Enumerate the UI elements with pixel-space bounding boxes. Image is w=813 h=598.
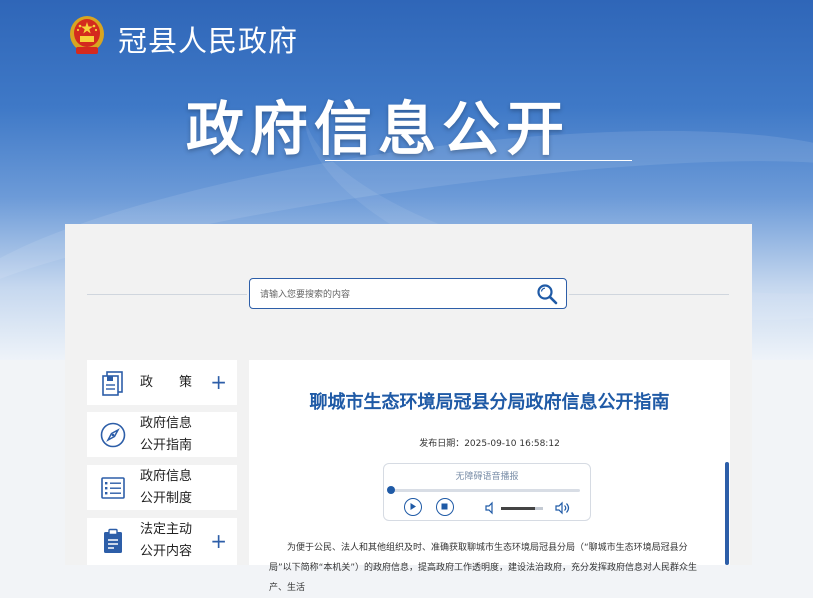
sidebar-item-label: 政 策 [140, 375, 193, 390]
sidebar-item-guide[interactable]: 政府信息 公开指南 [87, 412, 237, 457]
sidebar-item-label-line2: 公开内容 [140, 544, 193, 559]
search-icon[interactable] [535, 282, 559, 306]
sidebar-item-system[interactable]: 政府信息 公开制度 [87, 465, 237, 510]
sidebar-item-policy[interactable]: 政 策 + [87, 360, 237, 405]
article-title: 聊城市生态环境局冠县分局政府信息公开指南 [309, 392, 670, 413]
expand-plus-icon[interactable]: + [210, 531, 227, 551]
sidebar-item-label-line2: 公开指南 [140, 438, 193, 453]
stop-icon [441, 503, 448, 510]
search-box [249, 278, 567, 309]
volume-level [501, 507, 535, 510]
progress-handle[interactable] [387, 486, 395, 494]
stop-button[interactable] [436, 498, 454, 516]
national-emblem-icon [70, 16, 104, 54]
volume-up-icon[interactable] [554, 501, 572, 515]
mute-icon[interactable] [484, 501, 498, 515]
page-title: 政府信息公开 [186, 95, 571, 163]
clipboard-icon [104, 528, 122, 553]
sidebar-item-label-line2: 公开制度 [140, 491, 193, 506]
sidebar-item-label-line1: 政府信息 [140, 469, 193, 484]
article-body: 为便于公民、法人和其他组织及时、准确获取聊城市生态环境局冠县分局（“聊城市生态环… [269, 543, 697, 593]
publish-date: 发布日期：2025-09-10 16:58:12 [419, 439, 560, 449]
play-icon [410, 503, 416, 510]
play-button[interactable] [404, 498, 422, 516]
search-divider-right [569, 294, 729, 295]
article-panel: 聊城市生态环境局冠县分局政府信息公开指南 发布日期：2025-09-10 16:… [249, 360, 730, 593]
document-icon [102, 371, 123, 396]
sidebar-item-statutory[interactable]: 法定主动 公开内容 + [87, 518, 237, 565]
title-underline [325, 160, 632, 161]
search-input[interactable] [258, 285, 532, 305]
scrollbar[interactable] [725, 462, 729, 565]
expand-plus-icon[interactable]: + [210, 372, 227, 392]
sidebar-item-label-line1: 法定主动 [140, 522, 193, 537]
site-name[interactable]: 冠县人民政府 [118, 18, 298, 60]
audio-player: 无障碍语音播报 [383, 463, 591, 521]
sidebar-item-label-line1: 政府信息 [140, 416, 193, 431]
list-icon [101, 477, 125, 499]
progress-track[interactable] [390, 489, 580, 492]
compass-icon [100, 422, 126, 448]
search-divider-left [87, 294, 247, 295]
audio-player-title: 无障碍语音播报 [455, 472, 519, 482]
